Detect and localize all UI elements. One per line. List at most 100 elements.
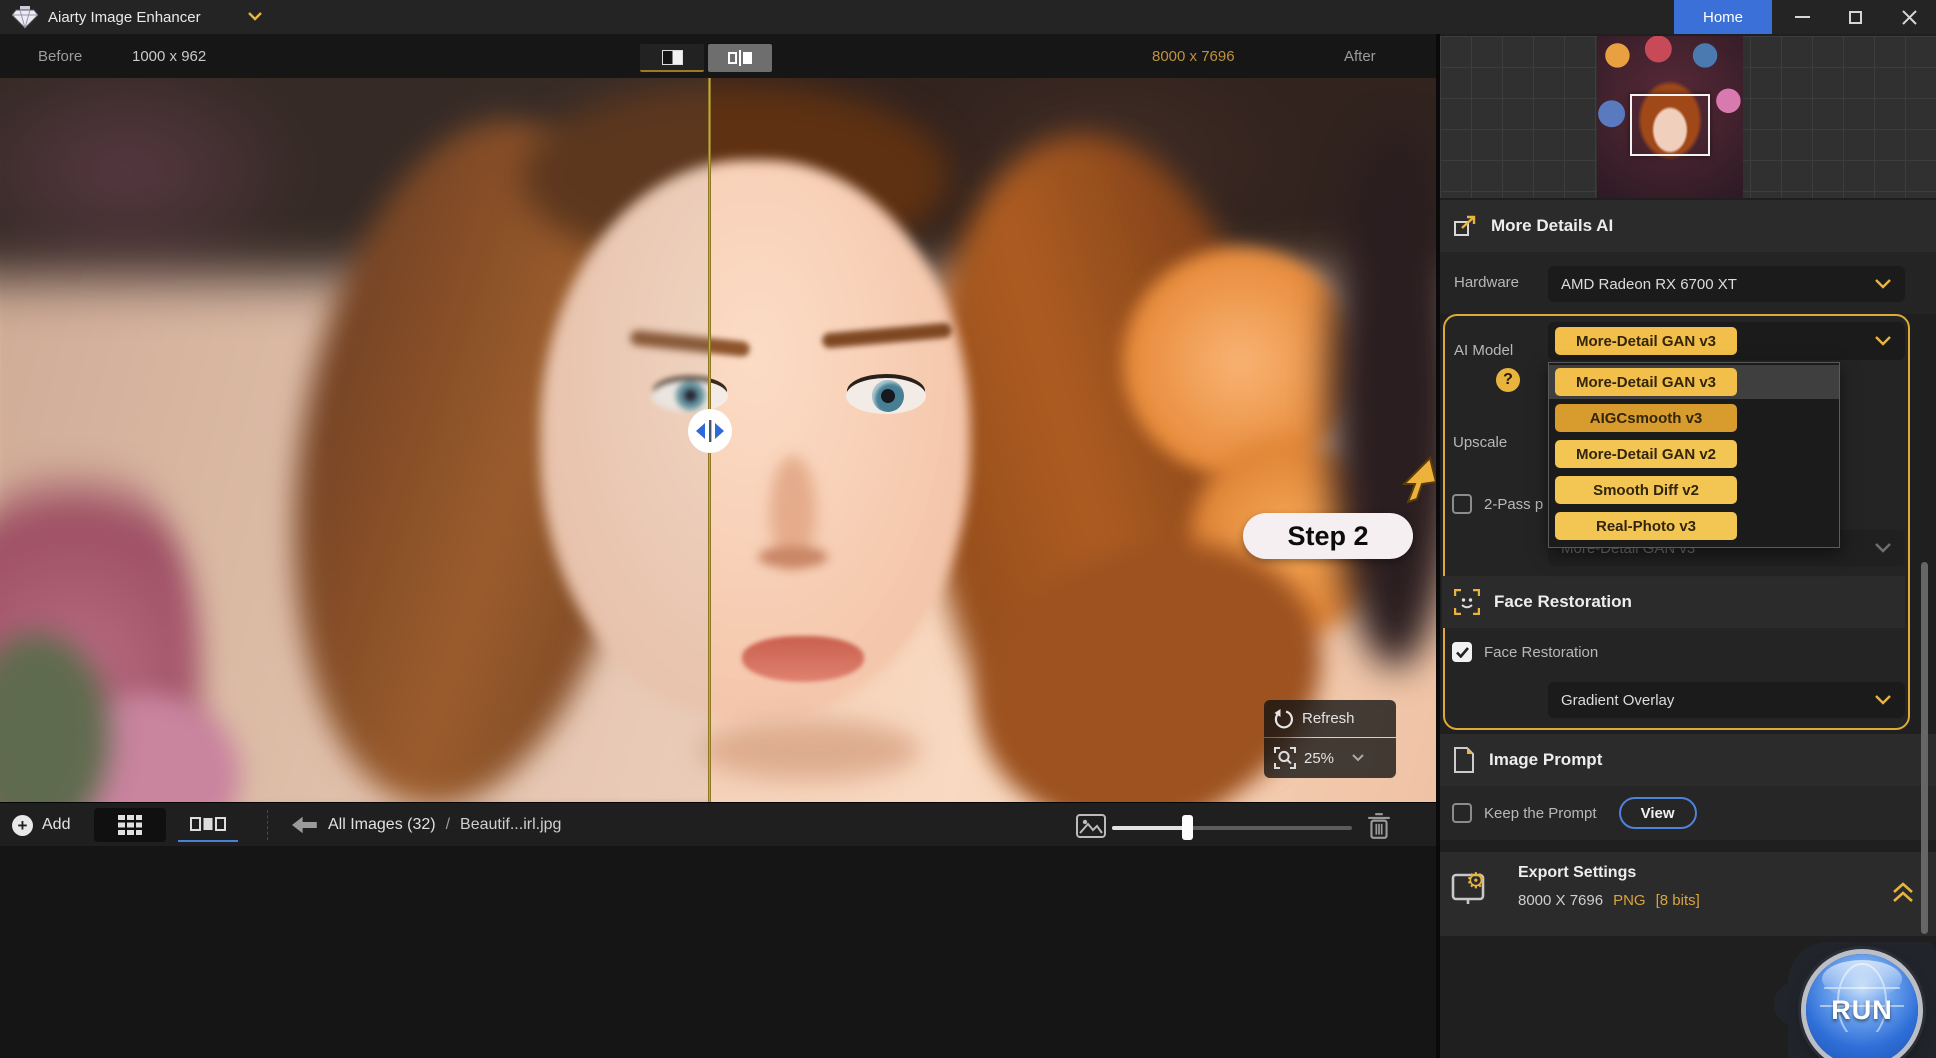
document-icon	[1453, 747, 1475, 773]
before-label: Before	[38, 34, 82, 78]
back-arrow-icon[interactable]	[292, 815, 318, 835]
slider-handle[interactable]	[1182, 815, 1193, 840]
face-restoration-title: Face Restoration	[1494, 592, 1632, 612]
ai-model-option[interactable]: AIGCsmooth v3	[1549, 401, 1839, 435]
slider-fill	[1112, 826, 1186, 830]
export-bit-depth: [8 bits]	[1656, 892, 1700, 909]
export-settings-section: ⚙ Export Settings 8000 X 7696 PNG [8 bit…	[1440, 852, 1936, 936]
add-icon: +	[12, 815, 33, 836]
export-size: 8000 X 7696	[1518, 892, 1603, 909]
run-button[interactable]: RUN	[1806, 954, 1918, 1058]
grid-view-button[interactable]	[94, 808, 166, 842]
two-pass-row: 2-Pass p	[1452, 494, 1543, 514]
app-title: Aiarty Image Enhancer	[48, 0, 201, 34]
trash-icon[interactable]	[1366, 812, 1392, 840]
maximize-button[interactable]	[1832, 0, 1878, 34]
bottom-toolbar: + Add All Images (32) /	[0, 802, 1436, 846]
filmstrip-view-icon	[190, 816, 226, 833]
two-pass-checkbox[interactable]	[1452, 494, 1472, 514]
add-button[interactable]: + Add	[6, 803, 88, 847]
hardware-label: Hardware	[1454, 274, 1519, 291]
compare-split-button[interactable]	[640, 44, 704, 72]
run-label: RUN	[1831, 995, 1893, 1026]
breadcrumb-filename: Beautif...irl.jpg	[460, 816, 561, 834]
keep-prompt-checkbox[interactable]	[1452, 803, 1472, 823]
ai-model-option[interactable]: More-Detail GAN v2	[1549, 437, 1839, 471]
chevron-down-icon	[1875, 543, 1891, 553]
collapse-chevron-icon[interactable]	[1892, 882, 1914, 904]
export-format: PNG	[1613, 892, 1646, 909]
hardware-value: AMD Radeon RX 6700 XT	[1561, 276, 1737, 293]
toolbar-divider	[267, 810, 268, 840]
before-size: 1000 x 962	[132, 34, 206, 78]
after-size: 8000 x 7696	[1152, 34, 1235, 78]
thumbnail-size-slider[interactable]	[1112, 817, 1352, 833]
export-settings-title: Export Settings	[1518, 864, 1636, 882]
refresh-button[interactable]: Refresh	[1264, 700, 1396, 737]
add-label: Add	[42, 816, 70, 834]
gear-icon: ⚙	[1466, 870, 1486, 892]
breadcrumb-separator: /	[446, 816, 450, 834]
hardware-select[interactable]: AMD Radeon RX 6700 XT	[1548, 266, 1905, 302]
zoom-icon	[1274, 747, 1296, 769]
refresh-label: Refresh	[1302, 710, 1355, 727]
step-badge: Step 2	[1243, 513, 1413, 559]
face-restoration-checkbox-label: Face Restoration	[1484, 644, 1598, 661]
zoom-control[interactable]: 25%	[1264, 738, 1396, 778]
app-logo-icon	[12, 4, 38, 30]
ai-model-option[interactable]: Smooth Diff v2	[1549, 473, 1839, 507]
preview-selection-rect[interactable]	[1630, 94, 1710, 156]
filmstrip-view-button[interactable]	[178, 808, 238, 842]
home-button[interactable]: Home	[1674, 0, 1772, 34]
split-handle[interactable]	[687, 408, 733, 454]
upscale-label: Upscale	[1453, 434, 1507, 451]
chevron-down-icon	[1875, 279, 1891, 289]
export-settings-summary: 8000 X 7696 PNG [8 bits]	[1518, 892, 1700, 909]
before-image	[0, 78, 710, 802]
face-restoration-mode-select[interactable]: Gradient Overlay	[1548, 682, 1905, 718]
image-prompt-row: Keep the Prompt View	[1440, 786, 1936, 840]
ai-model-dropdown-list: More-Detail GAN v3 AIGCsmooth v3 More-De…	[1548, 362, 1840, 548]
chevron-down-icon	[1875, 695, 1891, 705]
face-restoration-checkbox[interactable]	[1452, 642, 1472, 662]
more-details-title: More Details AI	[1491, 216, 1613, 236]
zoom-chevron-icon	[1352, 754, 1364, 762]
viewer-toolbar: Before 1000 x 962 8000 x 7696 After	[0, 34, 1436, 78]
image-prompt-header: Image Prompt	[1440, 734, 1936, 786]
image-prompt-title: Image Prompt	[1489, 750, 1602, 770]
panel-scrollbar[interactable]	[1921, 562, 1928, 934]
minimize-button[interactable]	[1779, 0, 1825, 34]
after-label: After	[1344, 34, 1376, 78]
compare-side-by-side-icon	[728, 50, 752, 66]
close-button[interactable]	[1886, 0, 1932, 34]
ai-model-option-selected[interactable]: More-Detail GAN v3	[1549, 365, 1839, 399]
grid-view-icon	[117, 814, 143, 836]
preview-thumbnail[interactable]	[1597, 36, 1743, 198]
title-bar: Aiarty Image Enhancer Home	[0, 0, 1936, 34]
face-restoration-icon	[1454, 589, 1480, 615]
help-icon[interactable]: ?	[1496, 368, 1520, 392]
minimize-icon	[1795, 16, 1810, 18]
hardware-row: Hardware AMD Radeon RX 6700 XT	[1440, 252, 1936, 314]
thumbnail-size-icon	[1076, 814, 1106, 838]
app-menu-chevron-icon[interactable]	[248, 12, 262, 21]
more-details-header: More Details AI	[1440, 200, 1936, 252]
zoom-level: 25%	[1304, 750, 1334, 767]
view-prompt-button[interactable]: View	[1619, 797, 1697, 829]
compare-split-icon	[662, 50, 683, 65]
face-restoration-row: Face Restoration	[1452, 642, 1598, 662]
close-icon	[1902, 10, 1917, 25]
breadcrumb: All Images (32) / Beautif...irl.jpg	[328, 803, 561, 847]
more-details-icon	[1453, 214, 1477, 238]
ai-model-select[interactable]: More-Detail GAN v3	[1548, 322, 1905, 360]
breadcrumb-all-images[interactable]: All Images (32)	[328, 816, 436, 834]
cursor-arrow-icon	[1398, 456, 1436, 504]
ai-model-option[interactable]: Real-Photo v3	[1549, 509, 1839, 543]
ai-model-label: AI Model	[1454, 342, 1513, 359]
face-restoration-header: Face Restoration	[1442, 576, 1905, 628]
ai-model-value: More-Detail GAN v3	[1555, 327, 1737, 355]
two-pass-label: 2-Pass p	[1484, 496, 1543, 513]
compare-side-by-side-button[interactable]	[708, 44, 772, 72]
navigator-area	[1440, 36, 1936, 198]
app-window: Aiarty Image Enhancer Home Before 1000 x…	[0, 0, 1936, 1058]
